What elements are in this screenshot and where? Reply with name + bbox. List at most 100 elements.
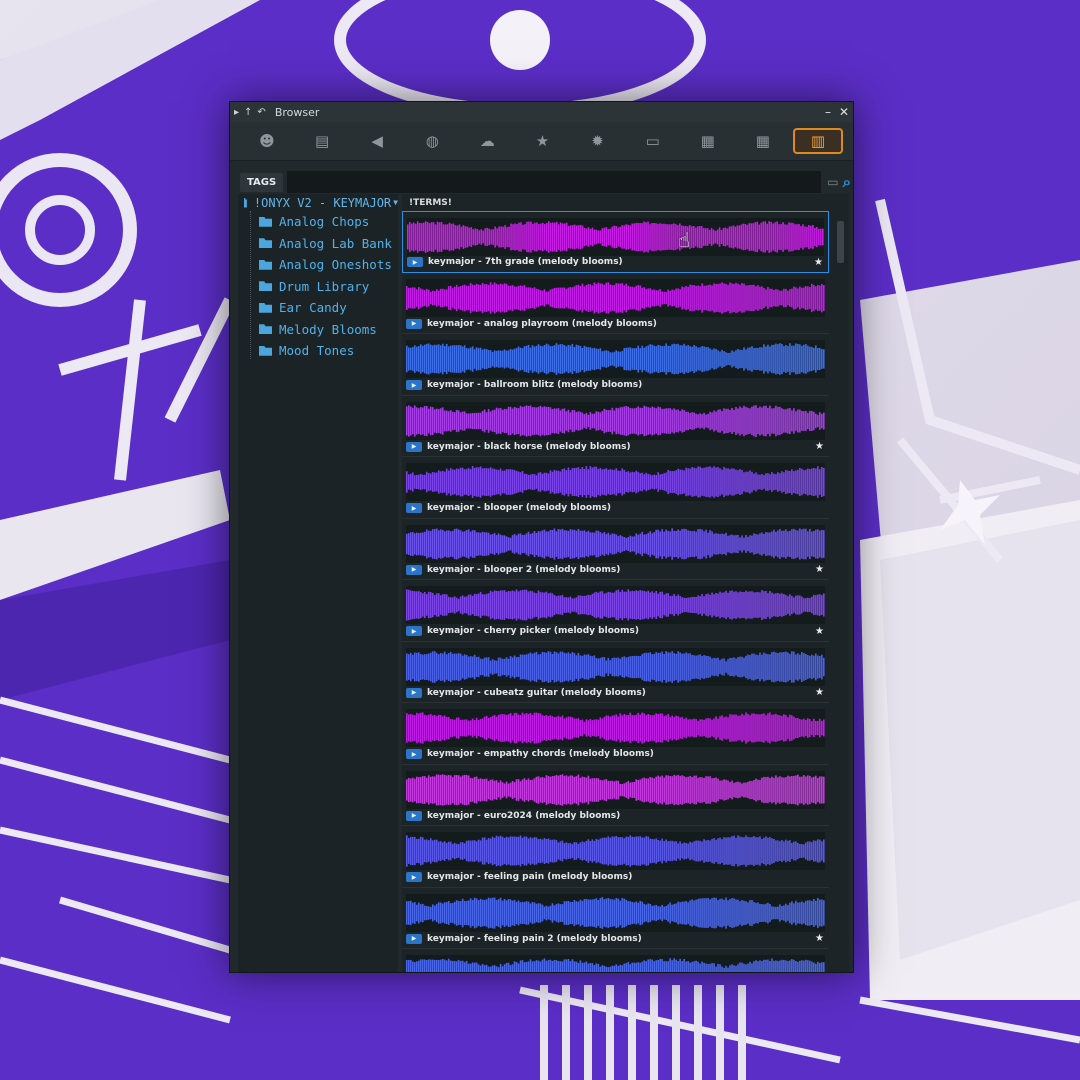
tree-item-label: Drum Library [279, 278, 370, 294]
document-icon[interactable]: ▤ [297, 128, 347, 154]
file-row-meta: ▶ keymajor - blooper 2 (melody blooms) ★ [406, 563, 825, 576]
file-row[interactable]: ▶ keymajor - cherry picker (melody blooms… [402, 580, 829, 642]
tree-item-label: Ear Candy [279, 300, 347, 316]
file-row[interactable] [402, 949, 829, 972]
file-row-meta: ▶ keymajor - feeling pain (melody blooms) [406, 871, 825, 884]
play-icon[interactable]: ▶ [406, 380, 422, 390]
play-icon[interactable]: ▶ [406, 318, 422, 329]
waveform-preview[interactable] [406, 524, 825, 563]
file-row[interactable]: ▶ keymajor - cubeatz guitar (melody bloom… [402, 642, 829, 703]
gear-icon[interactable]: ✹ [573, 128, 623, 154]
play-icon[interactable]: ▶ [406, 749, 422, 759]
folder-icon[interactable]: ▭ [628, 128, 678, 154]
tree-item[interactable]: Ear Candy [238, 297, 398, 319]
tags-button[interactable]: TAGS [240, 172, 284, 192]
waveform-preview[interactable] [406, 278, 825, 317]
play-icon[interactable]: ▶ [406, 626, 422, 636]
tree-guide-lines [250, 211, 258, 359]
search-icon[interactable]: ⌕ [843, 173, 851, 191]
file-row[interactable]: ▶ keymajor - black horse (melody blooms) ★ [402, 396, 829, 457]
file-row[interactable]: ▶ keymajor - euro2024 (melody blooms) [402, 765, 829, 826]
favorite-star-icon[interactable]: ★ [815, 687, 825, 698]
chevron-down-icon[interactable]: ▼ [393, 198, 398, 207]
minimize-button[interactable]: – [825, 105, 831, 119]
play-icon[interactable]: ▶ [406, 503, 422, 513]
file-row[interactable]: ▶ keymajor - feeling pain 2 (melody bloom… [402, 888, 829, 949]
folder-icon[interactable]: ▭ [827, 175, 838, 189]
browser-toolbar: ☻ ▤ ◀ ◍ ☁ ★ ✹ ▭ ▦ ▦ ▥ [230, 122, 853, 161]
tree-item-label: Analog Lab Bank [279, 235, 392, 251]
close-button[interactable]: ✕ [839, 105, 849, 119]
tree-root-folder[interactable]: !ONYX V2 - KEYMAJOR ▼ [238, 194, 398, 211]
speaker-icon[interactable]: ◀ [352, 128, 402, 154]
folder-tree: !ONYX V2 - KEYMAJOR ▼ Analog Chops Analog… [238, 194, 398, 972]
plugin-database-icon[interactable]: ▥ [792, 128, 843, 154]
browser-window: ▸ ↑ ↶ Browser – ✕ ☻ ▤ ◀ ◍ ☁ ★ ✹ ▭ ▦ ▦ ▥ TAGS ▭ ⌕ !… [229, 101, 854, 973]
play-icon[interactable]: ▶ [406, 872, 422, 882]
waveform-preview[interactable] [406, 401, 825, 440]
waveform-preview[interactable] [406, 463, 825, 501]
favorite-star-icon[interactable]: ★ [815, 441, 825, 452]
file-row[interactable]: ▶ keymajor - 7th grade (melody blooms) ★ [402, 211, 829, 273]
waveform-preview[interactable] [406, 893, 825, 932]
tree-item[interactable]: Analog Chops [238, 211, 398, 233]
folder-icon [259, 302, 272, 313]
undo-icon[interactable]: ↶ [257, 107, 265, 118]
tree-item[interactable]: Mood Tones [238, 340, 398, 362]
file-row[interactable]: ▶ keymajor - analog playroom (melody bloo… [402, 273, 829, 334]
favorite-star-icon[interactable]: ★ [814, 257, 824, 268]
arrow-right-icon[interactable]: ▸ [234, 107, 239, 118]
title-bar: ▸ ↑ ↶ Browser – ✕ [230, 102, 853, 122]
play-icon[interactable]: ▶ [406, 687, 422, 698]
waveform-preview[interactable] [406, 340, 825, 378]
window-title: Browser [274, 105, 320, 119]
tags-row: TAGS ▭ ⌕ [230, 169, 853, 195]
waveform-preview[interactable] [406, 586, 825, 624]
file-name: keymajor - feeling pain (melody blooms) [427, 872, 633, 882]
folder-icon [259, 259, 272, 270]
vertical-scrollbar[interactable] [835, 211, 847, 972]
file-list: ▶ keymajor - 7th grade (melody blooms) ★ ▶ k… [402, 211, 829, 972]
waveform-preview[interactable] [406, 770, 825, 809]
smiley-icon[interactable]: ☻ [242, 128, 292, 154]
waveform-preview[interactable] [406, 647, 825, 686]
file-name: keymajor - analog playroom (melody bloom… [427, 318, 657, 329]
star-icon[interactable]: ★ [517, 128, 567, 154]
globe-icon[interactable]: ◍ [407, 128, 457, 154]
play-icon[interactable]: ▶ [406, 933, 422, 944]
favorite-star-icon[interactable]: ★ [815, 933, 825, 944]
tags-filter-input[interactable] [287, 171, 822, 193]
file-row[interactable]: ▶ keymajor - blooper (melody blooms) [402, 457, 829, 519]
play-icon[interactable]: ▶ [406, 441, 422, 452]
piano-roll-icon[interactable]: ▦ [683, 128, 733, 154]
channel-rack-icon[interactable]: ▦ [738, 128, 788, 154]
waveform-preview[interactable] [406, 709, 825, 747]
hand-cursor-icon: ☝ [678, 228, 691, 252]
file-row[interactable]: ▶ keymajor - feeling pain (melody blooms) [402, 826, 829, 888]
favorite-star-icon[interactable]: ★ [815, 626, 825, 637]
play-icon[interactable]: ▶ [406, 564, 422, 575]
tree-item[interactable]: Drum Library [238, 276, 398, 298]
file-name: keymajor - black horse (melody blooms) [427, 441, 631, 452]
scrollbar-thumb[interactable] [837, 221, 844, 263]
favorite-star-icon[interactable]: ★ [815, 564, 825, 575]
play-icon[interactable]: ▶ [406, 810, 422, 821]
file-name: keymajor - ballroom blitz (melody blooms… [427, 380, 643, 390]
waveform-preview[interactable] [407, 218, 824, 256]
file-name: keymajor - blooper (melody blooms) [427, 503, 611, 513]
tree-item[interactable]: Melody Blooms [238, 319, 398, 341]
file-list-header: !TERMS! [402, 194, 849, 211]
file-row-meta: ▶ keymajor - blooper (melody blooms) [406, 502, 825, 515]
waveform-preview[interactable] [406, 832, 825, 870]
browser-panes: !ONYX V2 - KEYMAJOR ▼ Analog Chops Analog… [238, 194, 849, 972]
file-row[interactable]: ▶ keymajor - blooper 2 (melody blooms) ★ [402, 519, 829, 580]
arrow-up-icon[interactable]: ↑ [244, 107, 252, 118]
waveform-preview[interactable] [406, 955, 825, 972]
file-name: keymajor - blooper 2 (melody blooms) [427, 564, 621, 575]
file-row[interactable]: ▶ keymajor - ballroom blitz (melody bloom… [402, 334, 829, 396]
play-icon[interactable]: ▶ [407, 257, 423, 267]
tree-item[interactable]: Analog Lab Bank [238, 233, 398, 255]
cloud-icon[interactable]: ☁ [462, 128, 512, 154]
file-row[interactable]: ▶ keymajor - empathy chords (melody bloom… [402, 703, 829, 765]
tree-item[interactable]: Analog Oneshots [238, 254, 398, 276]
